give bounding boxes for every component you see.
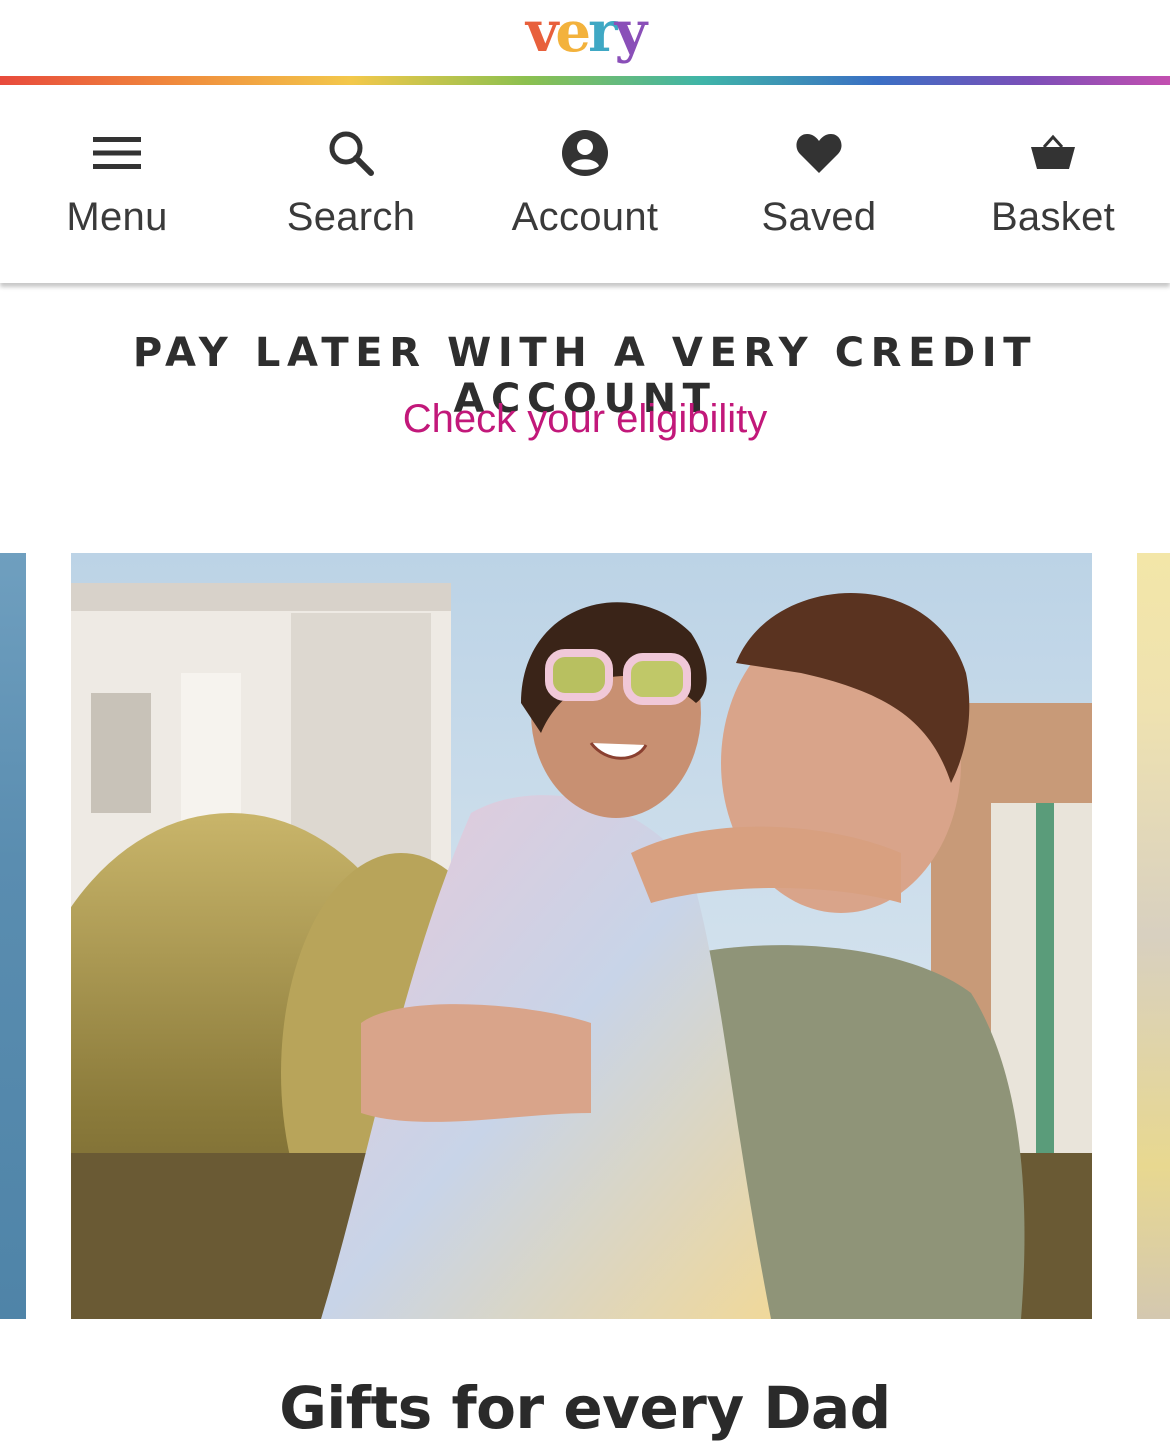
basket-icon: [1027, 127, 1079, 179]
nav-menu-button[interactable]: Menu: [0, 85, 234, 283]
site-header: very: [0, 0, 1170, 72]
carousel-main-slide-image[interactable]: [71, 553, 1092, 1319]
promo-carousel[interactable]: [0, 553, 1170, 1319]
account-icon: [559, 127, 611, 179]
nav-saved-button[interactable]: Saved: [702, 85, 936, 283]
nav-basket-button[interactable]: Basket: [936, 85, 1170, 283]
heart-icon: [793, 127, 845, 179]
very-logo[interactable]: very: [526, 2, 647, 62]
nav-search-button[interactable]: Search: [234, 85, 468, 283]
search-icon: [325, 127, 377, 179]
nav-search-label: Search: [286, 195, 416, 239]
slide-caption[interactable]: Gifts for every Dad: [0, 1374, 1170, 1442]
menu-icon: [91, 127, 143, 179]
carousel-next-slide[interactable]: [1137, 553, 1170, 1319]
nav-saved-label: Saved: [761, 195, 877, 239]
nav-account-button[interactable]: Account: [468, 85, 702, 283]
carousel-previous-slide[interactable]: [0, 553, 26, 1319]
nav-basket-label: Basket: [990, 195, 1116, 239]
nav-account-label: Account: [511, 195, 659, 239]
top-nav-bar: Menu Search Account Saved Basket: [0, 85, 1170, 283]
nav-menu-label: Menu: [66, 195, 168, 239]
check-eligibility-link[interactable]: Check your eligibility: [0, 397, 1170, 442]
rainbow-divider: [0, 76, 1170, 85]
father-daughter-photo: [71, 553, 1092, 1319]
